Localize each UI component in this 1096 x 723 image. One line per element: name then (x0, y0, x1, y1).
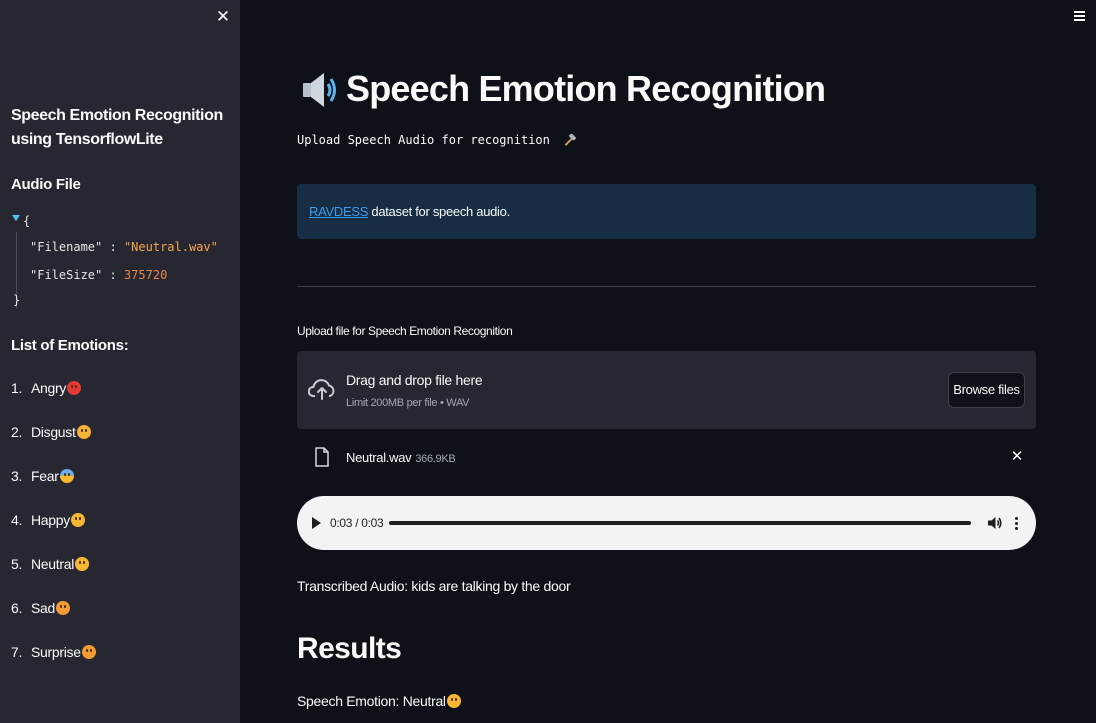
more-options-icon[interactable] (1014, 515, 1020, 531)
hamburger-menu-icon[interactable] (1071, 7, 1089, 25)
list-item: 3. Fear (11, 468, 74, 490)
divider (297, 286, 1036, 287)
list-item-number: 2. (11, 424, 23, 440)
audio-player: 0:03 / 0:03 (297, 496, 1036, 550)
list-item-number: 3. (11, 468, 23, 484)
list-item-label: Happy (31, 512, 70, 528)
speech-emotion-result: Speech Emotion: Neutral (297, 693, 446, 709)
list-item-number: 4. (11, 512, 23, 528)
speaker-icon (303, 73, 336, 107)
json-row-filesize: "FileSize" : 375720 (30, 268, 167, 282)
uploaded-file-row: Neutral.wav 366.9KB ✕ (297, 440, 1036, 476)
list-item-number: 5. (11, 556, 23, 572)
smiling-face-icon (70, 513, 85, 527)
ravdess-link[interactable]: RAVDESS (309, 204, 368, 219)
json-open-brace: { (23, 214, 31, 228)
audio-time: 0:03 / 0:03 (330, 516, 384, 530)
page-subtitle: Upload Speech Audio for recognition (297, 133, 577, 148)
audio-progress-bar[interactable] (389, 521, 971, 525)
volume-icon[interactable] (987, 515, 1003, 531)
cloud-upload-icon (308, 379, 335, 400)
browse-files-button[interactable]: Browse files (948, 372, 1025, 408)
sidebar: ✕ Speech Emotion Recognition using Tenso… (0, 0, 240, 723)
json-key-filesize: "FileSize" (30, 268, 103, 282)
angry-face-icon (67, 381, 82, 395)
sidebar-title: Speech Emotion Recognition using Tensorf… (11, 107, 223, 148)
list-item-label: Sad (31, 600, 56, 616)
subtitle-text: Upload Speech Audio for recognition (297, 133, 550, 147)
list-item-label: Fear (31, 468, 59, 484)
list-item: 5. Neutral (11, 556, 90, 578)
file-icon (315, 447, 329, 467)
dropzone-instructions: Drag and drop file here (346, 372, 483, 388)
json-value-filename: "Neutral.wav" (123, 240, 218, 254)
hammer-icon (564, 133, 577, 146)
json-separator: : (109, 240, 117, 254)
list-item-label: Angry (31, 380, 67, 396)
json-separator: : (109, 268, 117, 282)
app: ✕ Speech Emotion Recognition using Tenso… (0, 0, 1096, 723)
json-value-filesize: 375720 (123, 268, 168, 282)
audio-file-heading: Audio File (11, 176, 81, 193)
surprised-face-icon (81, 645, 96, 659)
frowning-face-icon (56, 601, 71, 615)
json-key-filename: "Filename" (30, 240, 103, 254)
dropzone-limit: Limit 200MB per file • WAV (346, 397, 470, 409)
neutral-face-icon (75, 557, 90, 571)
info-alert: RAVDESS dataset for speech audio. (297, 184, 1036, 239)
info-text: RAVDESS dataset for speech audio. (309, 204, 510, 219)
list-item: 1. Angry (11, 380, 82, 402)
list-item: 7. Surprise (11, 644, 96, 666)
file-name: Neutral.wav 366.9KB (346, 450, 456, 465)
play-icon[interactable] (312, 517, 321, 529)
json-row-filename: "Filename" : "Neutral.wav" (30, 240, 218, 254)
list-item: 2. Disgust (11, 424, 91, 446)
emotions-heading: List of Emotions: (11, 337, 129, 354)
transcribed-audio: Transcribed Audio: kids are talking by t… (297, 578, 571, 594)
sidebar-close-icon[interactable]: ✕ (212, 6, 234, 28)
json-close-brace: } (13, 293, 21, 307)
tired-face-icon (76, 425, 91, 439)
list-item-label: Surprise (31, 644, 81, 660)
collapse-caret-icon[interactable] (12, 215, 20, 221)
list-item-label: Neutral (31, 556, 75, 572)
screaming-face-icon (59, 469, 74, 483)
list-item-label: Disgust (31, 424, 76, 440)
result-line: Speech Emotion: Neutral (297, 693, 461, 709)
file-name-text: Neutral.wav (346, 450, 412, 465)
neutral-face-icon (446, 694, 461, 708)
remove-file-icon[interactable]: ✕ (1009, 447, 1025, 467)
uploader-label: Upload file for Speech Emotion Recogniti… (297, 324, 513, 338)
list-item-number: 6. (11, 600, 23, 616)
list-item-number: 7. (11, 644, 23, 660)
list-item-number: 1. (11, 380, 23, 396)
file-size: 366.9KB (415, 453, 456, 465)
list-item: 4. Happy (11, 512, 85, 534)
results-heading: Results (297, 632, 402, 665)
list-item: 6. Sad (11, 600, 71, 622)
page-title: Speech Emotion Recognition (346, 68, 826, 109)
file-dropzone[interactable]: Drag and drop file here Limit 200MB per … (297, 351, 1036, 429)
info-description: dataset for speech audio. (368, 204, 510, 219)
